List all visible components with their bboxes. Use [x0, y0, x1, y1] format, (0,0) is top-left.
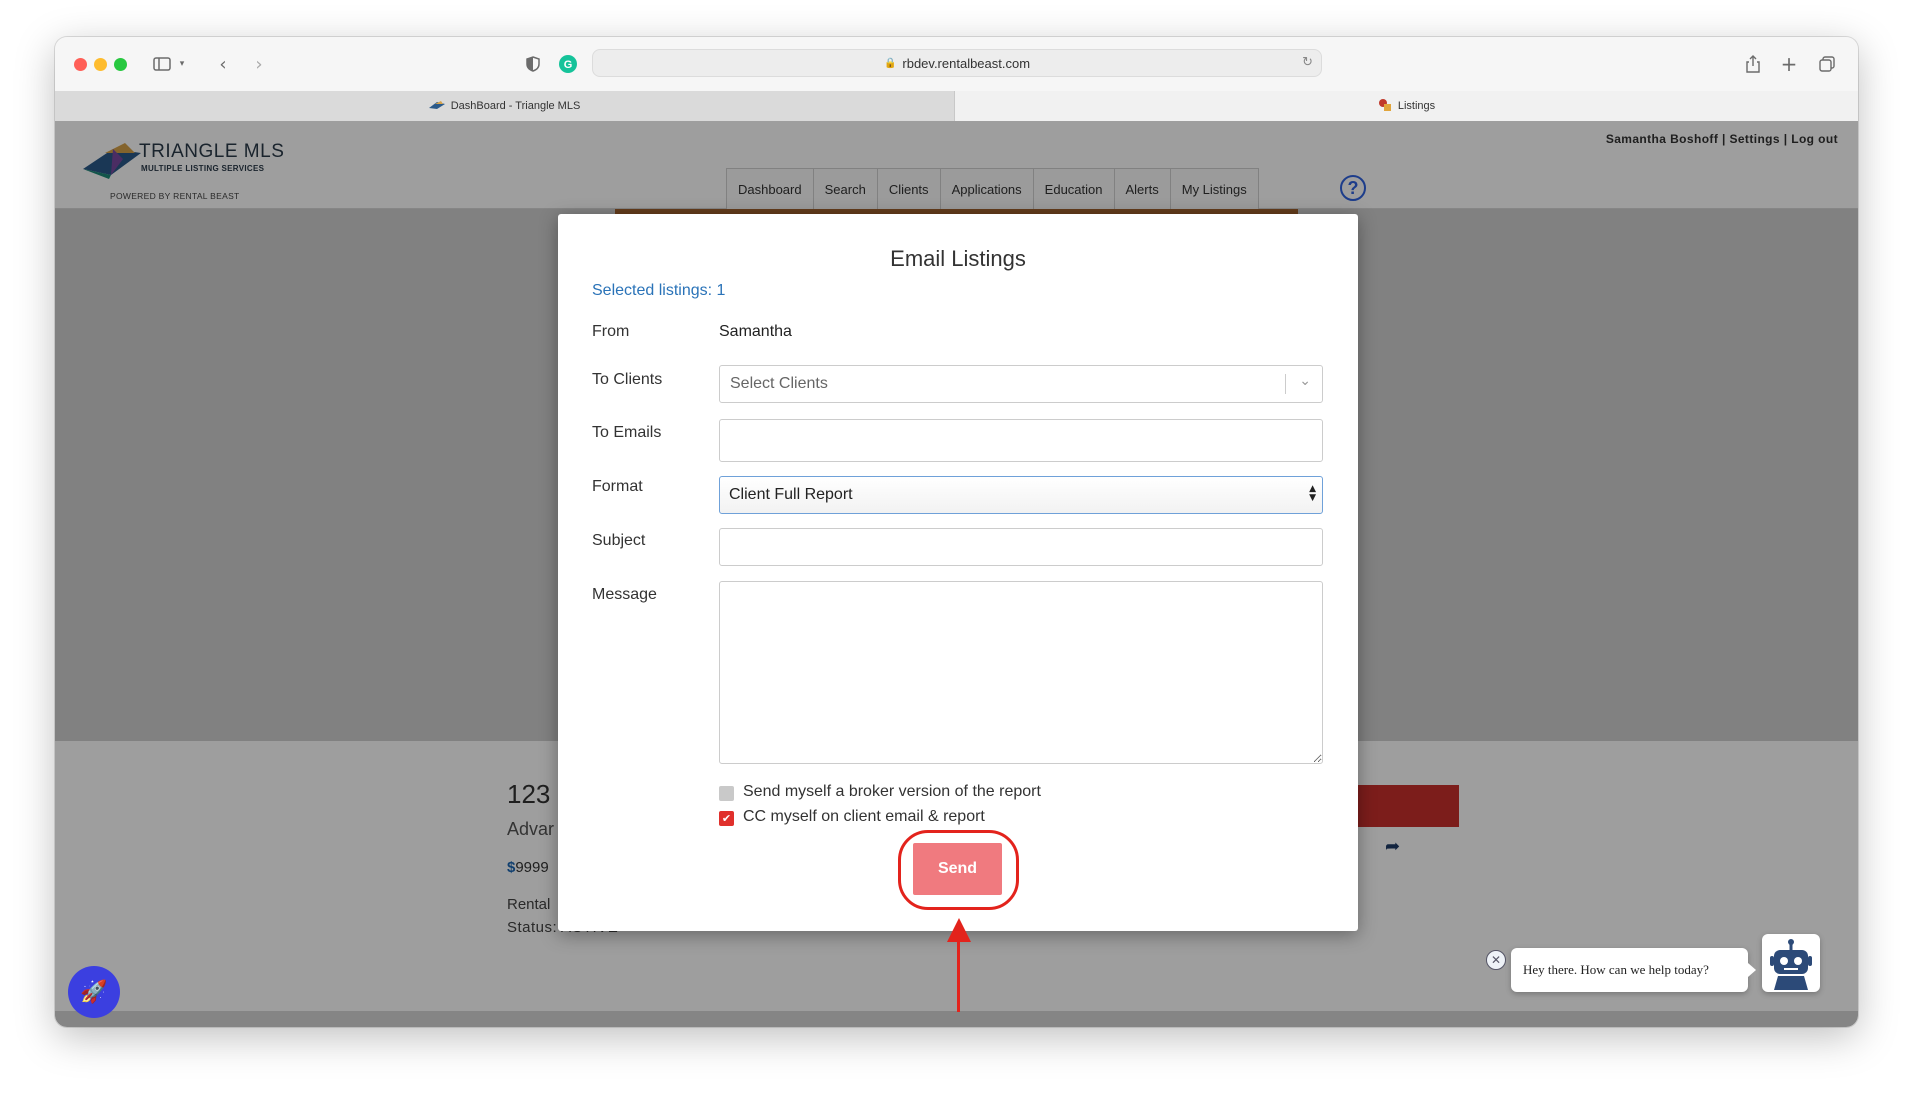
annotation-circle: [898, 830, 1019, 910]
format-select[interactable]: Client Full Report ▲ ▼: [719, 476, 1323, 514]
svg-text:G: G: [564, 59, 573, 71]
chat-greeting-bubble[interactable]: Hey there. How can we help today?: [1511, 948, 1756, 992]
message-label: Message: [592, 586, 657, 603]
address-bar[interactable]: 🔒 rbdev.rentalbeast.com ↻: [592, 49, 1322, 77]
browser-toolbar: ▾ ‹ › G 🔒 rbdev.rentalbeast.com ↻ +: [55, 37, 1858, 91]
rental-beast-icon: [1378, 98, 1392, 115]
url-text: rbdev.rentalbeast.com: [902, 55, 1031, 71]
cc-myself-label[interactable]: CC myself on client email & report: [743, 808, 985, 826]
broker-version-label[interactable]: Send myself a broker version of the repo…: [743, 783, 1041, 801]
annotation-arrow-shaft: [957, 940, 960, 1012]
tab-listings-label: Listings: [1397, 100, 1436, 112]
annotation-arrow-head: [947, 918, 971, 942]
subject-label: Subject: [592, 532, 646, 549]
robot-icon: [1770, 939, 1812, 990]
tab-dashboard[interactable]: DashBoard - Triangle MLS: [55, 91, 955, 121]
lock-icon: 🔒: [883, 57, 897, 69]
format-label: Format: [592, 478, 643, 495]
close-window-button[interactable]: [74, 58, 87, 71]
dropdown-separator: [1285, 374, 1286, 394]
sidebar-toggle-icon[interactable]: [151, 51, 173, 77]
from-label: From: [592, 323, 630, 340]
from-value: Samantha: [719, 323, 792, 340]
privacy-shield-icon[interactable]: [523, 51, 543, 77]
new-tab-icon[interactable]: +: [1779, 51, 1799, 77]
share-icon[interactable]: [1743, 51, 1763, 77]
tab-overview-icon[interactable]: [1817, 51, 1837, 77]
subject-input[interactable]: [719, 528, 1323, 566]
chevron-down-icon[interactable]: ▾: [175, 51, 189, 77]
tab-bar: DashBoard - Triangle MLS Listings: [55, 91, 1858, 121]
minimize-window-button[interactable]: [94, 58, 107, 71]
zoom-window-button[interactable]: [114, 58, 127, 71]
message-textarea[interactable]: [719, 581, 1323, 764]
to-emails-input[interactable]: [719, 419, 1323, 462]
chatbot-avatar[interactable]: [1762, 934, 1820, 992]
triangle-logo-icon: [428, 99, 445, 113]
cc-myself-checkbox[interactable]: ✔: [719, 811, 734, 826]
select-arrows-icon: ▲ ▼: [1309, 484, 1316, 503]
chevron-down-icon[interactable]: ⌄: [1299, 373, 1311, 389]
to-emails-label: To Emails: [592, 424, 662, 441]
rocket-icon: 🚀: [80, 979, 108, 1005]
email-listings-modal: Email Listings Selected listings: 1 From…: [558, 214, 1358, 931]
forward-icon[interactable]: ›: [249, 51, 269, 77]
check-icon: ✔: [721, 812, 732, 825]
reload-icon[interactable]: ↻: [1302, 55, 1313, 70]
select-clients-placeholder: Select Clients: [730, 375, 828, 392]
format-selected-value: Client Full Report: [729, 486, 853, 503]
grammarly-icon[interactable]: G: [558, 51, 578, 77]
broker-version-checkbox[interactable]: [719, 786, 734, 801]
selected-listings-count[interactable]: Selected listings: 1: [592, 282, 725, 300]
tab-dashboard-label: DashBoard - Triangle MLS: [450, 100, 581, 112]
to-clients-label: To Clients: [592, 371, 663, 388]
chat-close-icon[interactable]: ✕: [1486, 950, 1506, 970]
select-clients-dropdown[interactable]: Select Clients ⌄: [719, 365, 1323, 403]
back-icon[interactable]: ‹: [213, 51, 233, 77]
modal-title: Email Listings: [890, 246, 1026, 271]
tab-listings[interactable]: Listings: [955, 91, 1858, 121]
rocket-launcher-button[interactable]: 🚀: [68, 966, 120, 1018]
